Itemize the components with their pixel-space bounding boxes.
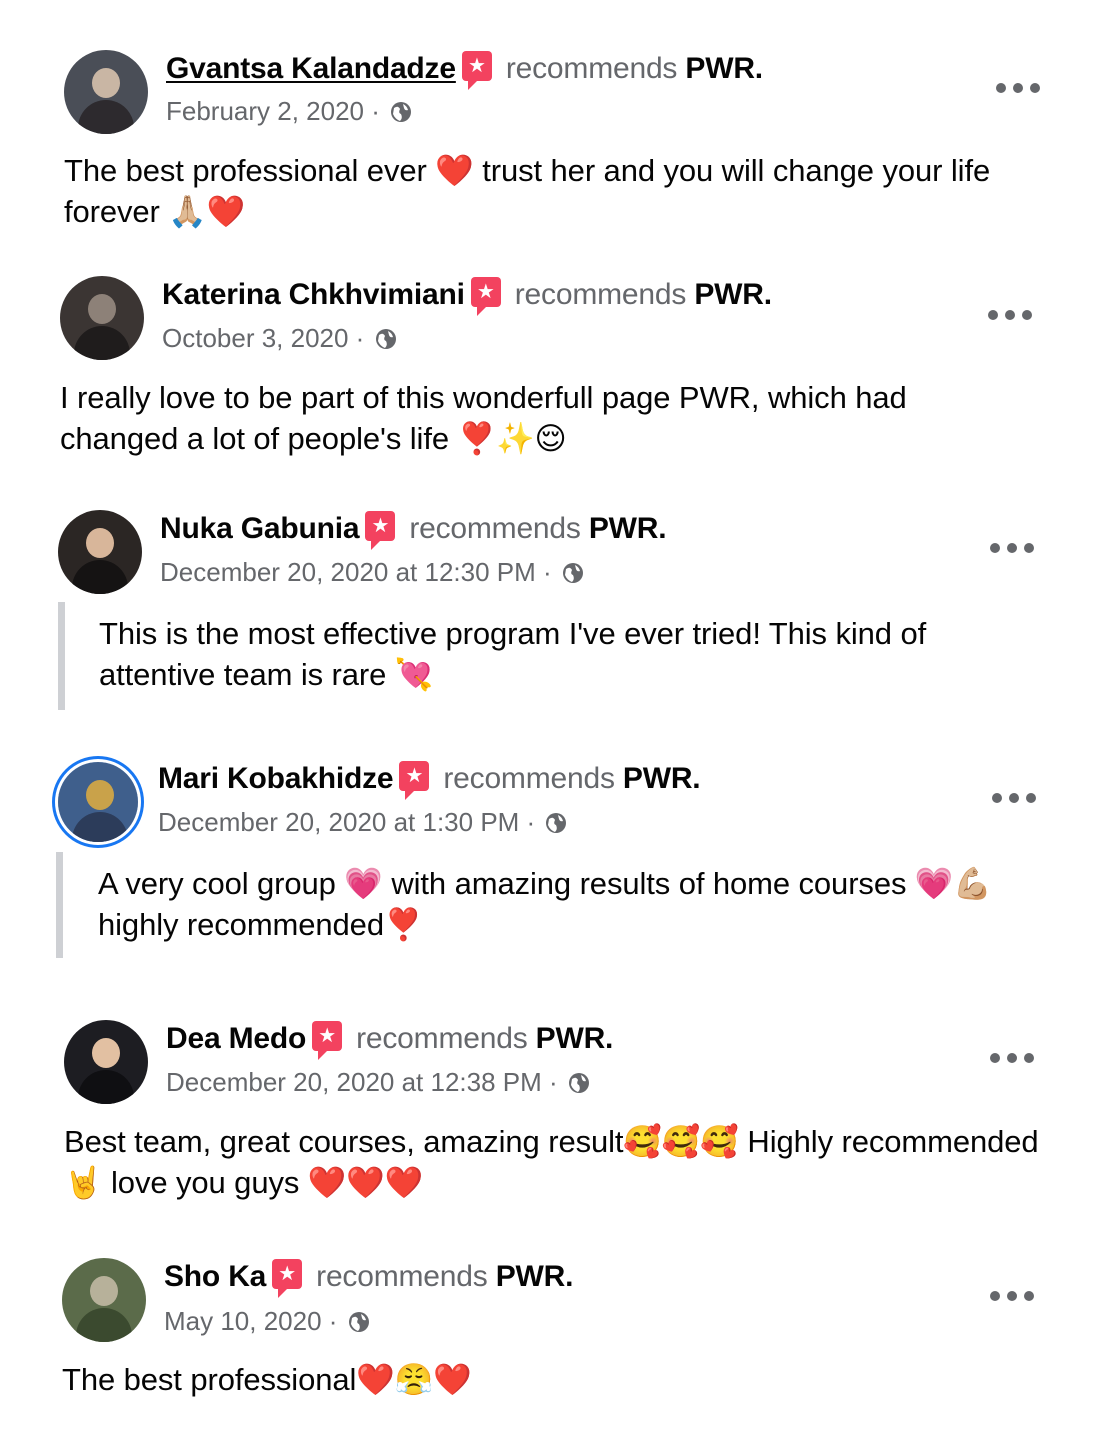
review-header: Gvantsa Kalandadze ★ recommends PWR. (166, 51, 763, 90)
review-date: October 3, 2020 · (162, 322, 398, 354)
date-text[interactable]: October 3, 2020 · (162, 323, 364, 353)
page-name-link[interactable]: PWR. (496, 1260, 574, 1293)
avatar-head (86, 528, 114, 558)
author-name[interactable]: Gvantsa Kalandadze (166, 52, 456, 85)
review-text: A very cool group 💗 with amazing results… (98, 866, 992, 942)
globe-icon (546, 813, 567, 833)
avatar[interactable] (62, 1258, 146, 1342)
more-options-icon[interactable] (990, 1286, 1034, 1306)
avatar[interactable] (58, 510, 142, 594)
recommendation-icon: ★ (312, 1021, 343, 1060)
avatar-head (90, 1276, 118, 1306)
recommendation-icon: ★ (399, 761, 430, 800)
review-date: December 20, 2020 at 12:38 PM · (166, 1066, 591, 1098)
author-name[interactable]: Mari Kobakhidze (158, 762, 394, 795)
date-text[interactable]: December 20, 2020 at 1:30 PM · (158, 807, 535, 837)
page-name-link[interactable]: PWR. (685, 52, 763, 85)
recommends-label: recommends (505, 52, 678, 85)
date-text[interactable]: December 20, 2020 at 12:38 PM · (166, 1067, 558, 1097)
date-text[interactable]: May 10, 2020 · (164, 1306, 337, 1336)
author-name[interactable]: Dea Medo (166, 1022, 306, 1055)
review-date: February 2, 2020 · (166, 95, 413, 127)
avatar[interactable] (58, 762, 138, 842)
recommends-label: recommends (409, 512, 581, 545)
quote-bar (56, 852, 63, 958)
review-text: This is the most effective program I've … (99, 616, 927, 692)
review-header: Nuka Gabunia ★ recommends PWR. (160, 511, 667, 550)
more-options-icon[interactable] (996, 78, 1040, 98)
review-text: Best team, great courses, amazing result… (64, 1124, 1039, 1200)
recommendation-icon: ★ (470, 277, 501, 316)
page-name-link[interactable]: PWR. (694, 278, 772, 311)
author-name[interactable]: Sho Ka (164, 1260, 266, 1293)
recommendation-icon: ★ (461, 51, 492, 90)
page-name-link[interactable]: PWR. (589, 512, 667, 545)
review-header: Dea Medo ★ recommends PWR. (166, 1021, 614, 1060)
review-header: Katerina Chkhvimiani ★ recommends PWR. (162, 277, 772, 316)
date-text[interactable]: December 20, 2020 at 12:30 PM · (160, 557, 552, 587)
recommends-label: recommends (316, 1260, 488, 1293)
author-name[interactable]: Nuka Gabunia (160, 512, 360, 545)
avatar-head (88, 294, 116, 324)
review-date: December 20, 2020 at 1:30 PM · (158, 806, 568, 838)
avatar[interactable] (60, 276, 144, 360)
recommendation-icon: ★ (365, 511, 396, 550)
globe-icon (562, 563, 583, 583)
page-name-link[interactable]: PWR. (536, 1022, 614, 1055)
review-header: Sho Ka ★ recommends PWR. (164, 1259, 574, 1298)
more-options-icon[interactable] (990, 1048, 1034, 1068)
review-date: May 10, 2020 · (164, 1305, 371, 1337)
date-text[interactable]: February 2, 2020 · (166, 96, 380, 126)
recommends-label: recommends (443, 762, 615, 795)
more-options-icon[interactable] (988, 305, 1032, 325)
review-header: Mari Kobakhidze ★ recommends PWR. (158, 761, 701, 800)
more-options-icon[interactable] (990, 538, 1034, 558)
author-name[interactable]: Katerina Chkhvimiani (162, 278, 465, 311)
avatar[interactable] (64, 50, 148, 134)
avatar-head (86, 780, 114, 810)
review-date: December 20, 2020 at 12:30 PM · (160, 556, 585, 588)
globe-icon (348, 1312, 369, 1332)
quote-bar (58, 602, 65, 710)
review-text: The best professional ever ❤️ trust her … (64, 153, 991, 229)
globe-icon (391, 102, 412, 122)
globe-icon (375, 329, 396, 349)
page-name-link[interactable]: PWR. (623, 762, 701, 795)
globe-icon (568, 1073, 589, 1093)
avatar-head (92, 1038, 120, 1068)
recommends-label: recommends (514, 278, 687, 311)
more-options-icon[interactable] (992, 788, 1036, 808)
recommendation-icon: ★ (272, 1259, 303, 1298)
review-text: The best professional❤️😤❤️ (62, 1362, 472, 1397)
avatar[interactable] (64, 1020, 148, 1104)
avatar-head (92, 68, 120, 98)
review-text: I really love to be part of this wonderf… (60, 380, 907, 456)
recommends-label: recommends (356, 1022, 528, 1055)
